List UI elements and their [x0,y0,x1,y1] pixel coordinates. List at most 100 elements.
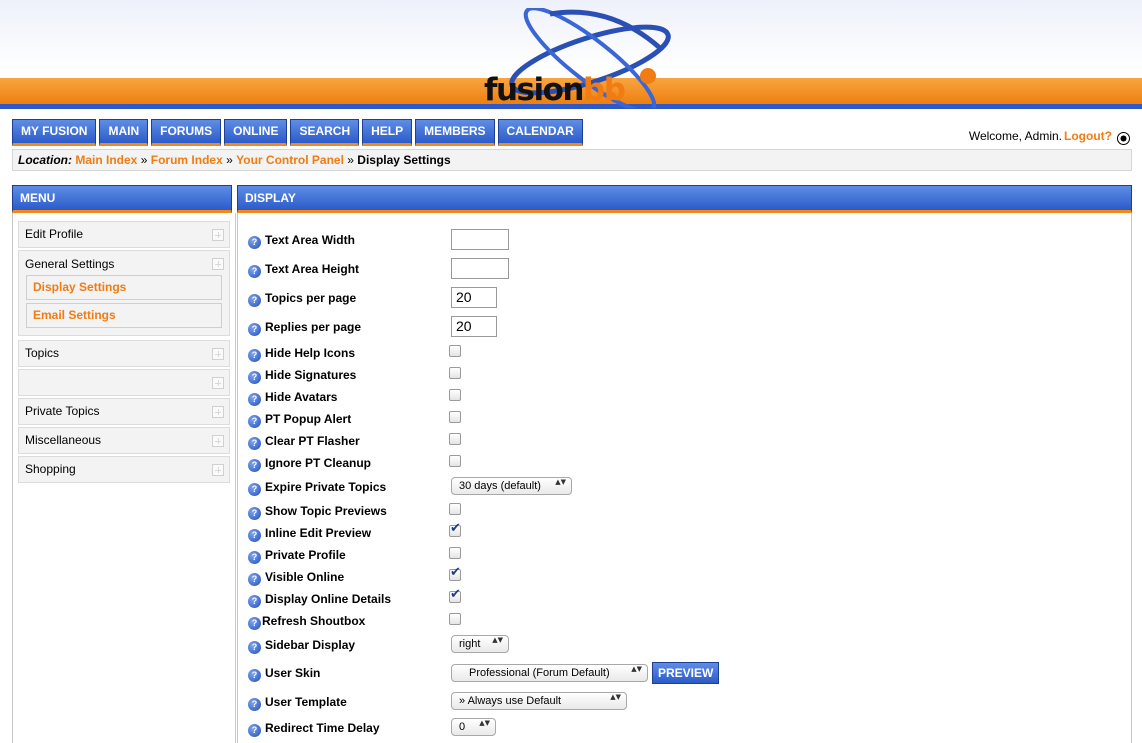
expand-icon[interactable] [212,406,224,418]
setting-label: Show Topic Previews [265,504,387,518]
text-area-width-input[interactable] [451,229,509,250]
clear-pt-flasher-checkbox[interactable] [449,433,461,445]
sidebar-display-select[interactable]: right ▲▼ [451,635,509,653]
select-value: 0 [459,721,466,733]
help-icon[interactable]: ? [248,265,261,278]
setting-expire-private-topics: ? Expire Private Topics [248,480,386,498]
help-icon[interactable]: ? [248,617,261,630]
private-profile-checkbox[interactable] [449,547,461,559]
help-icon[interactable]: ? [248,415,261,428]
nav-members[interactable]: MEMBERS [415,119,495,146]
sidebar-item-shopping[interactable]: Shopping [18,456,230,483]
expand-icon[interactable] [212,377,224,389]
setting-label: Text Area Width [265,233,355,247]
help-icon[interactable]: ? [248,371,261,384]
breadcrumb-forum-index[interactable]: Forum Index [151,153,223,167]
expand-icon[interactable] [212,435,224,447]
preview-button[interactable]: PREVIEW [652,662,720,684]
user-template-select[interactable]: » Always use Default ▲▼ [451,692,627,710]
sidebar-menu: Edit Profile General Settings Display Se… [12,213,236,743]
help-icon[interactable]: ? [248,437,261,450]
nav-calendar[interactable]: CALENDAR [497,119,583,146]
help-icon[interactable]: ? [248,459,261,472]
fusionbb-logo[interactable]: fusionbb [470,8,700,108]
breadcrumb-separator: » [226,153,233,167]
help-icon[interactable]: ? [248,551,261,564]
logout-icon[interactable] [1117,132,1130,145]
sidebar-item-label: Topics [25,346,60,360]
breadcrumb-separator: » [140,153,148,167]
sidebar-item-private-topics[interactable]: Private Topics [18,398,230,425]
nav-online[interactable]: ONLINE [224,119,288,146]
expand-icon[interactable] [212,229,224,241]
sidebar-item-general-settings[interactable]: General Settings [25,257,114,271]
ignore-pt-cleanup-checkbox[interactable] [449,455,461,467]
setting-inline-edit-preview: ? Inline Edit Preview [248,526,371,544]
help-icon[interactable]: ? [248,236,261,249]
display-online-details-checkbox[interactable] [449,587,461,603]
text-area-height-input[interactable] [451,258,509,279]
refresh-shoutbox-checkbox[interactable] [449,613,461,625]
breadcrumb-main-index[interactable]: Main Index [75,153,137,167]
redirect-time-delay-select[interactable]: 0 ▲▼ [451,718,496,736]
help-icon[interactable]: ? [248,483,261,496]
setting-label: Hide Help Icons [265,346,356,360]
nav-help[interactable]: HELP [362,119,413,146]
help-icon[interactable]: ? [248,641,261,654]
setting-hide-help-icons: ? Hide Help Icons [248,346,355,364]
select-value: Professional (Forum Default) [469,667,610,679]
help-icon[interactable]: ? [248,595,261,608]
sidebar-item-topics[interactable]: Topics [18,340,230,367]
help-icon[interactable]: ? [248,349,261,362]
user-skin-select[interactable]: Professional (Forum Default) ▲▼ [451,664,648,682]
setting-user-template: ? User Template [248,695,347,713]
sidebar-subitem-display-settings[interactable]: Display Settings [26,275,222,300]
help-icon[interactable]: ? [248,393,261,406]
sidebar-item-miscellaneous[interactable]: Miscellaneous [18,427,230,454]
setting-show-topic-previews: ? Show Topic Previews [248,504,387,522]
nav-main[interactable]: MAIN [99,119,149,146]
setting-visible-online: ? Visible Online [248,570,344,588]
help-icon[interactable]: ? [248,669,261,682]
help-icon[interactable]: ? [248,294,261,307]
sidebar-group-general-settings: General Settings Display Settings Email … [18,250,230,336]
help-icon[interactable]: ? [248,724,261,737]
nav-forums[interactable]: FORUMS [151,119,222,146]
logo-fusion-text: fusion [484,72,585,108]
setting-user-skin: ? User Skin [248,666,320,684]
setting-label: Visible Online [265,570,345,584]
expand-icon[interactable] [212,258,224,270]
inline-edit-preview-checkbox[interactable] [449,521,461,537]
setting-label: PT Popup Alert [265,412,352,426]
setting-label: Refresh Shoutbox [262,614,366,628]
expand-icon[interactable] [212,348,224,360]
visible-online-checkbox[interactable] [449,565,461,581]
nav-my-fusion[interactable]: MY FUSION [12,119,97,146]
hide-avatars-checkbox[interactable] [449,389,461,401]
nav-search[interactable]: SEARCH [290,119,360,146]
help-icon[interactable]: ? [248,323,261,336]
setting-label: Display Online Details [265,592,392,606]
sidebar-subitem-email-settings[interactable]: Email Settings [26,303,222,328]
expire-private-topics-select[interactable]: 30 days (default) ▲▼ [451,477,572,495]
hide-help-icons-checkbox[interactable] [449,345,461,357]
help-icon[interactable]: ? [248,529,261,542]
show-topic-previews-checkbox[interactable] [449,503,461,515]
expand-icon[interactable] [212,464,224,476]
breadcrumb-control-panel[interactable]: Your Control Panel [236,153,344,167]
pt-popup-alert-checkbox[interactable] [449,411,461,423]
welcome-text: Welcome, Admin. [968,128,1063,143]
help-icon[interactable]: ? [248,573,261,586]
logout-link[interactable]: Logout? [1064,129,1112,143]
sidebar-item-empty[interactable] [18,369,230,396]
setting-ignore-pt-cleanup: ? Ignore PT Cleanup [248,456,371,474]
help-icon[interactable]: ? [248,507,261,520]
help-icon[interactable]: ? [248,698,261,711]
setting-label: Private Profile [265,548,346,562]
topics-per-page-input[interactable]: 20 [451,287,497,308]
sidebar-item-edit-profile[interactable]: Edit Profile [18,221,230,248]
breadcrumb-separator: » [347,153,354,167]
hide-signatures-checkbox[interactable] [449,367,461,379]
replies-per-page-input[interactable]: 20 [451,316,497,337]
logo-bb-text: bb [583,72,626,108]
